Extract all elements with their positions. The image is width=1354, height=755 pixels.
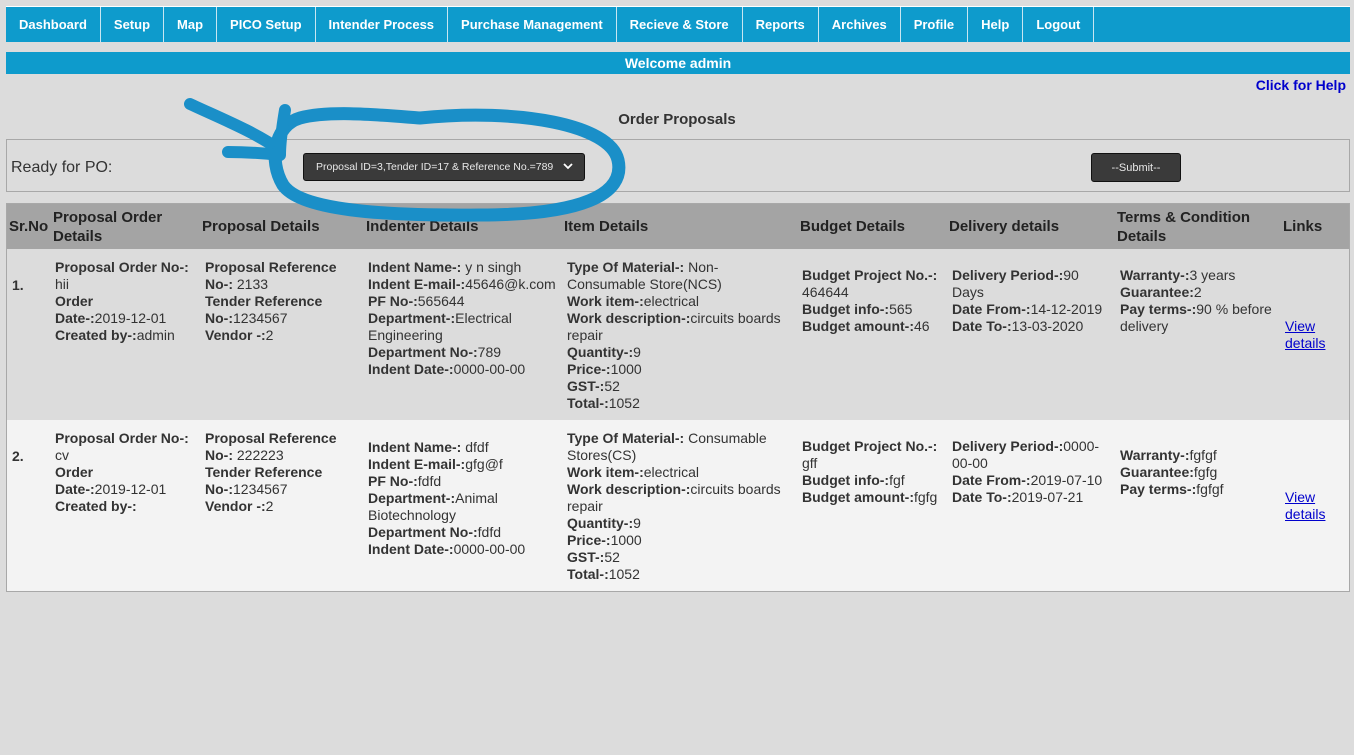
nav-logout[interactable]: Logout — [1023, 7, 1095, 42]
header-proposal: Proposal Details — [202, 218, 320, 235]
proposal-select[interactable]: Proposal ID=3,Tender ID=17 & Reference N… — [303, 153, 585, 181]
header-item: Item Details — [564, 218, 649, 235]
order-details: Proposal Order No-: cv Order Date-:2019-… — [55, 430, 189, 514]
item-details: Type Of Material-: Non-Consumable Store(… — [567, 259, 781, 411]
header-links: Links — [1283, 218, 1323, 235]
terms-details: Warranty-:fgfgf Guarantee:fgfg Pay terms… — [1120, 447, 1224, 497]
header-sr: Sr.No — [9, 218, 49, 235]
table-row: 1. Proposal Order No-: hii Order Date-:2… — [7, 249, 1349, 420]
nav-reports[interactable]: Reports — [743, 7, 819, 42]
delivery-details: Delivery Period-:0000-00-00 Date From-:2… — [952, 438, 1103, 505]
header-delivery: Delivery details — [949, 218, 1060, 235]
delivery-details: Delivery Period-:90 Days Date From-:14-1… — [952, 267, 1103, 334]
terms-details: Warranty-:3 years Guarantee:2 Pay terms-… — [1120, 267, 1272, 334]
nav-archives[interactable]: Archives — [819, 7, 901, 42]
nav-dashboard[interactable]: Dashboard — [6, 7, 101, 42]
header-budget: Budget Details — [800, 218, 906, 235]
proposal-details: Proposal Reference No-: 2133 Tender Refe… — [205, 259, 337, 343]
nav-setup[interactable]: Setup — [101, 7, 165, 42]
nav-purchase-management[interactable]: Purchase Management — [448, 7, 617, 42]
proposal-details: Proposal Reference No-: 222223 Tender Re… — [205, 430, 337, 514]
header-terms: Terms & Condition Details — [1117, 208, 1251, 245]
proposals-table: Sr.No Proposal Order Details Proposal De… — [6, 203, 1350, 592]
help-link[interactable]: Click for Help — [1256, 77, 1346, 93]
nav-map[interactable]: Map — [164, 7, 218, 42]
submit-button[interactable]: --Submit-- — [1091, 153, 1181, 182]
nav-intender-process[interactable]: Intender Process — [316, 7, 449, 42]
view-details-link[interactable]: View details — [1285, 489, 1340, 523]
page-title: Order Proposals — [618, 111, 736, 128]
welcome-banner: Welcome admin — [6, 52, 1350, 74]
indenter-details: Indent Name-: dfdf Indent E-mail-:gfg@f … — [368, 439, 526, 557]
view-details-link[interactable]: View details — [1285, 318, 1340, 352]
top-nav: Dashboard Setup Map PICO Setup Intender … — [6, 6, 1350, 42]
nav-profile[interactable]: Profile — [901, 7, 969, 42]
item-details: Type Of Material-: Consumable Stores(CS)… — [567, 430, 781, 582]
budget-details: Budget Project No.-: 464644 Budget info-… — [802, 267, 938, 334]
nav-recieve-store[interactable]: Recieve & Store — [617, 7, 743, 42]
nav-help[interactable]: Help — [968, 7, 1024, 42]
header-indenter: Indenter Details — [366, 218, 479, 235]
order-details: Proposal Order No-: hii Order Date-:2019… — [55, 259, 189, 343]
proposal-select-value: Proposal ID=3,Tender ID=17 & Reference N… — [316, 161, 554, 173]
row-sr: 2. — [12, 448, 24, 464]
chevron-down-icon — [562, 160, 574, 175]
table-row: 2. Proposal Order No-: cv Order Date-:20… — [7, 420, 1349, 591]
indenter-details: Indent Name-: y n singh Indent E-mail-:4… — [368, 259, 556, 377]
table-header: Sr.No Proposal Order Details Proposal De… — [7, 204, 1349, 249]
ready-for-po-bar: Ready for PO: Proposal ID=3,Tender ID=17… — [6, 139, 1350, 192]
header-order: Proposal Order Details — [53, 208, 163, 245]
ready-for-po-label: Ready for PO: — [11, 159, 113, 176]
budget-details: Budget Project No.-: gff Budget info-:fg… — [802, 438, 938, 505]
nav-pico-setup[interactable]: PICO Setup — [217, 7, 316, 42]
row-sr: 1. — [12, 277, 24, 293]
